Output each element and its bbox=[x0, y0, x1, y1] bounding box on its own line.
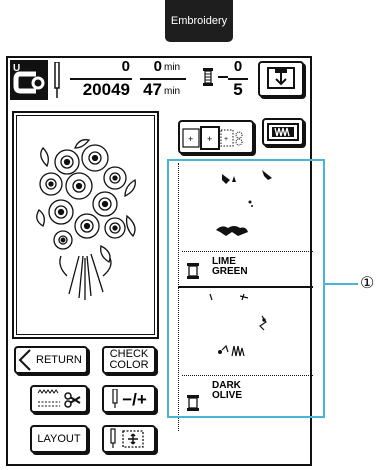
callout-number: ① bbox=[360, 275, 375, 292]
flower-bouquet-image bbox=[36, 139, 136, 300]
embroidery-tab-label: Embroidery bbox=[170, 15, 228, 27]
presser-foot-button[interactable] bbox=[262, 118, 304, 146]
scissors-thread-icon bbox=[37, 389, 81, 408]
frame-size-button[interactable]: + + + bbox=[178, 120, 254, 154]
svg-text:+: + bbox=[207, 134, 212, 144]
stitch-current: 0 bbox=[121, 58, 130, 75]
return-arrow-icon bbox=[18, 349, 31, 371]
return-label: RETURN bbox=[36, 353, 82, 366]
svg-text:+: + bbox=[188, 134, 193, 144]
return-button[interactable]: RETURN bbox=[14, 346, 88, 374]
stitch-total: 20049 bbox=[82, 80, 130, 99]
tension-label: −/+ bbox=[122, 389, 147, 409]
needle-frame-icon bbox=[110, 428, 144, 448]
color-label: COLOR bbox=[109, 359, 149, 371]
color-dash bbox=[218, 76, 228, 78]
pattern-preview bbox=[16, 115, 155, 335]
frame-size-icon: + + + bbox=[182, 126, 243, 150]
thread-spool-icon bbox=[202, 66, 214, 90]
frame-move-button[interactable] bbox=[258, 61, 304, 97]
check-color-button[interactable]: CHECK COLOR bbox=[102, 346, 156, 374]
presser-foot-icon bbox=[267, 123, 299, 141]
time-current: 0 bbox=[153, 58, 162, 75]
thread-cut-button[interactable] bbox=[30, 385, 88, 413]
callout-line bbox=[325, 283, 358, 285]
embroidery-unit-icon: U bbox=[10, 60, 48, 100]
color-total: 5 bbox=[233, 80, 243, 99]
color-current: 0 bbox=[233, 58, 243, 75]
svg-text:+: + bbox=[224, 136, 228, 143]
time-total: 47 bbox=[143, 80, 162, 99]
layout-button[interactable]: LAYOUT bbox=[30, 425, 88, 453]
color-sequence-highlight bbox=[167, 159, 325, 418]
time-unit-top: min bbox=[164, 62, 181, 73]
needle-icon bbox=[112, 389, 118, 408]
embroidery-tab[interactable]: Embroidery bbox=[165, 0, 233, 42]
layout-label: LAYOUT bbox=[37, 432, 81, 445]
trial-button[interactable] bbox=[102, 425, 156, 453]
frame-down-icon bbox=[267, 67, 295, 89]
needle-icon bbox=[52, 61, 62, 100]
thread-tension-button[interactable]: −/+ bbox=[102, 385, 156, 413]
time-unit-bottom: min bbox=[164, 86, 181, 97]
